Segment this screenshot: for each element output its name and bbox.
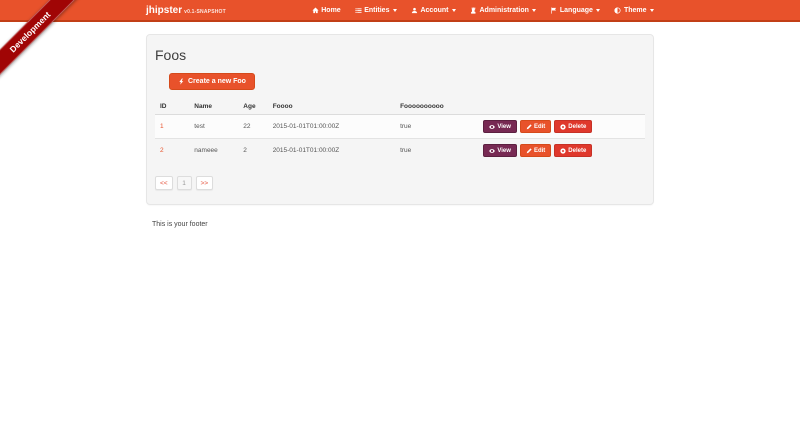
list-icon: [355, 7, 362, 14]
pagination: << 1 >>: [155, 176, 645, 190]
create-foo-button[interactable]: Create a new Foo: [169, 73, 255, 90]
table-row: 1 test 22 2015-01-01T01:00:00Z true View…: [155, 114, 645, 139]
view-button[interactable]: View: [483, 120, 517, 133]
table-header-row: ID Name Age Foooo Foooooooooo: [155, 99, 645, 115]
caret-down-icon: [451, 8, 456, 12]
user-icon: [411, 7, 418, 14]
table-body: 1 test 22 2015-01-01T01:00:00Z true View…: [155, 114, 645, 162]
page-title: Foos: [155, 47, 187, 63]
caret-down-icon: [532, 8, 537, 12]
flash-icon: [178, 78, 185, 85]
nav-item-administration[interactable]: Administration: [470, 6, 537, 14]
cell-foooo: 2015-01-01T01:00:00Z: [267, 138, 396, 162]
pencil-icon: [526, 147, 532, 154]
brand-link[interactable]: jhipster v0.1-SNAPSHOT: [146, 5, 226, 16]
main-container: Foos Create a new Foo ID Name Age Foooo …: [146, 34, 654, 228]
pagination-last-button[interactable]: >>: [195, 176, 214, 190]
nav-item-home[interactable]: Home: [312, 7, 341, 14]
delete-button[interactable]: Delete: [554, 144, 593, 157]
eye-icon: [489, 124, 496, 130]
caret-down-icon: [392, 8, 397, 12]
tower-icon: [470, 6, 477, 14]
cell-foooooooooo: true: [395, 138, 479, 162]
foo-panel: Foos Create a new Foo ID Name Age Foooo …: [146, 34, 654, 205]
cell-name: nameee: [189, 138, 239, 162]
home-icon: [312, 6, 319, 14]
header-id[interactable]: ID: [155, 99, 190, 115]
pagination-page-1[interactable]: 1: [176, 176, 192, 190]
header-foooooooooo[interactable]: Foooooooooo: [395, 99, 479, 115]
caret-down-icon: [650, 8, 654, 12]
remove-circle-icon: [560, 147, 566, 154]
delete-button[interactable]: Delete: [554, 120, 593, 133]
nav-item-entities[interactable]: Entities: [355, 7, 397, 14]
footer-text: This is your footer: [152, 221, 208, 228]
header-actions: [478, 99, 645, 115]
header-age[interactable]: Age: [238, 99, 268, 115]
pencil-icon: [526, 123, 532, 130]
row-id-link[interactable]: 2: [160, 147, 164, 154]
cell-foooooooooo: true: [395, 114, 479, 139]
nav-item-language[interactable]: Language: [550, 6, 601, 14]
caret-down-icon: [596, 8, 601, 12]
pagination-first-button[interactable]: <<: [155, 176, 173, 190]
header-name[interactable]: Name: [189, 99, 239, 115]
nav-item-account[interactable]: Account: [411, 7, 456, 14]
edit-button[interactable]: Edit: [519, 120, 552, 133]
cell-age: 22: [238, 114, 268, 139]
brand-name: jhipster: [146, 4, 183, 16]
remove-circle-icon: [560, 123, 566, 130]
brand-version: v0.1-SNAPSHOT: [184, 8, 226, 15]
adjust-icon: [614, 6, 621, 14]
row-id-link[interactable]: 1: [160, 123, 164, 130]
view-button[interactable]: View: [483, 144, 517, 157]
table-row: 2 nameee 2 2015-01-01T01:00:00Z true Vie…: [155, 138, 645, 162]
flag-icon: [550, 6, 557, 14]
nav-item-theme[interactable]: Theme: [614, 7, 654, 14]
cell-name: test: [189, 114, 239, 139]
navbar: jhipster v0.1-SNAPSHOT Home Entities Acco…: [0, 0, 800, 22]
edit-button[interactable]: Edit: [519, 144, 552, 157]
navbar-menu: Home Entities Account Administration Lan…: [312, 7, 654, 14]
foo-table: ID Name Age Foooo Foooooooooo 1 test 22 …: [155, 99, 645, 162]
eye-icon: [489, 148, 496, 154]
header-foooo[interactable]: Foooo: [267, 99, 396, 115]
cell-age: 2: [238, 138, 268, 162]
cell-foooo: 2015-01-01T01:00:00Z: [267, 114, 396, 139]
